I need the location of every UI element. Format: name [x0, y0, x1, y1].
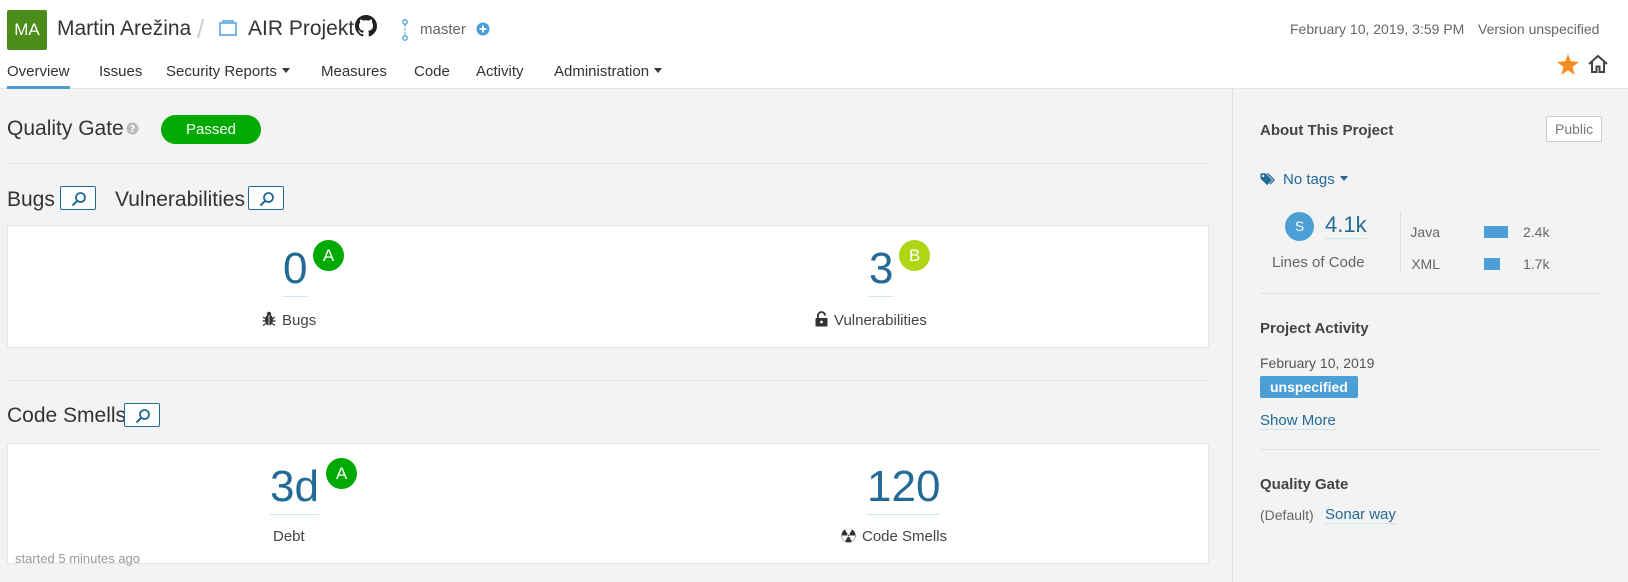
- project-version: Version unspecified: [1478, 21, 1600, 37]
- vulnerabilities-drilldown-button[interactable]: [248, 186, 284, 210]
- tab-administration[interactable]: Administration: [554, 63, 663, 89]
- tab-measures[interactable]: Measures: [321, 63, 387, 89]
- vulnerabilities-metric-label: Vulnerabilities: [815, 311, 927, 329]
- maintainability-card: [7, 443, 1209, 564]
- language-distribution-bar: [1484, 258, 1500, 270]
- bug-icon: [262, 311, 276, 326]
- quality-gate-status-badge: Passed: [161, 115, 261, 144]
- home-icon[interactable]: [1587, 53, 1609, 80]
- lines-of-code-value[interactable]: 4.1k: [1325, 212, 1367, 239]
- tab-security-reports[interactable]: Security Reports: [166, 63, 290, 89]
- help-icon[interactable]: ?: [126, 122, 139, 140]
- tab-activity[interactable]: Activity: [476, 63, 524, 89]
- bugs-count[interactable]: 0: [283, 244, 308, 297]
- chevron-down-icon: [1339, 176, 1348, 181]
- code-smells-drilldown-button[interactable]: [124, 403, 160, 427]
- project-header: MA Martin Arežina / AIR Projekt master F…: [0, 0, 1628, 89]
- section-divider: [7, 380, 1209, 381]
- analysis-started-status: started 5 minutes ago: [15, 551, 141, 566]
- vulnerabilities-section-title: Vulnerabilities: [115, 188, 245, 211]
- organization-name[interactable]: Martin Arežina: [57, 17, 191, 41]
- vulnerabilities-count[interactable]: 3: [869, 244, 894, 297]
- activity-version-tag: unspecified: [1260, 376, 1358, 398]
- radiation-icon: [841, 528, 856, 543]
- quality-gate-link[interactable]: Sonar way: [1325, 506, 1396, 524]
- bugs-metric-label: Bugs: [262, 311, 316, 329]
- analysis-date: February 10, 2019, 3:59 PM: [1290, 21, 1465, 37]
- language-lines: 1.7k: [1523, 256, 1550, 272]
- language-name: XML: [1411, 256, 1440, 272]
- activity-date: February 10, 2019: [1260, 355, 1375, 371]
- svg-text:?: ?: [130, 124, 135, 135]
- code-smells-metric-label: Code Smells: [841, 528, 947, 545]
- code-smells-count[interactable]: 120: [867, 462, 941, 515]
- organization-avatar[interactable]: MA: [7, 10, 47, 50]
- bugs-rating-badge[interactable]: A: [313, 240, 344, 271]
- section-divider: [7, 163, 1209, 164]
- favorite-star-icon[interactable]: [1557, 54, 1579, 80]
- quality-gate-title: Quality Gate: [7, 117, 124, 140]
- lock-icon: [815, 311, 828, 327]
- branch-name[interactable]: master: [420, 21, 466, 38]
- reliability-security-card: [7, 225, 1209, 348]
- chevron-down-icon: [281, 68, 290, 73]
- code-smells-section-title: Code Smells: [7, 404, 127, 427]
- bugs-section-title: Bugs: [7, 188, 55, 211]
- add-branch-icon[interactable]: [476, 22, 490, 41]
- sidebar-quality-gate-title: Quality Gate: [1260, 476, 1349, 493]
- lines-of-code-label: Lines of Code: [1272, 254, 1365, 271]
- tab-security-reports-label: Security Reports: [166, 63, 277, 80]
- sidebar-divider: [1260, 449, 1600, 450]
- sidebar-divider: [1260, 293, 1600, 294]
- tab-overview[interactable]: Overview: [7, 63, 70, 89]
- project-name[interactable]: AIR Projekt: [248, 17, 354, 41]
- language-distribution-bar: [1484, 226, 1508, 238]
- debt-label: Debt: [273, 528, 305, 545]
- language-name: Java: [1410, 224, 1440, 240]
- tag-icon: [1260, 172, 1276, 186]
- bugs-drilldown-button[interactable]: [60, 186, 96, 210]
- language-lines: 2.4k: [1523, 224, 1550, 240]
- maintainability-rating-badge[interactable]: A: [326, 458, 357, 489]
- bugs-label-text: Bugs: [282, 312, 317, 329]
- visibility-badge: Public: [1546, 116, 1603, 142]
- technical-debt-value[interactable]: 3d: [270, 462, 319, 515]
- branch-icon: [400, 19, 410, 46]
- code-smells-label-text: Code Smells: [862, 528, 948, 545]
- project-size-badge: S: [1285, 212, 1314, 241]
- quality-gate-default-label: (Default): [1260, 507, 1314, 523]
- tab-issues[interactable]: Issues: [99, 63, 142, 89]
- project-icon: [219, 20, 237, 41]
- tab-code[interactable]: Code: [414, 63, 450, 89]
- show-more-link[interactable]: Show More: [1260, 412, 1336, 430]
- github-icon[interactable]: [355, 15, 377, 42]
- tags-selector[interactable]: No tags: [1260, 171, 1348, 188]
- project-activity-title: Project Activity: [1260, 320, 1369, 337]
- chevron-down-icon: [654, 68, 663, 73]
- tags-label: No tags: [1283, 171, 1335, 188]
- breadcrumb-separator: /: [197, 14, 205, 44]
- vulnerabilities-rating-badge[interactable]: B: [899, 240, 930, 271]
- vulnerabilities-label-text: Vulnerabilities: [834, 312, 927, 329]
- about-project-title: About This Project: [1260, 122, 1394, 139]
- tab-administration-label: Administration: [554, 63, 650, 80]
